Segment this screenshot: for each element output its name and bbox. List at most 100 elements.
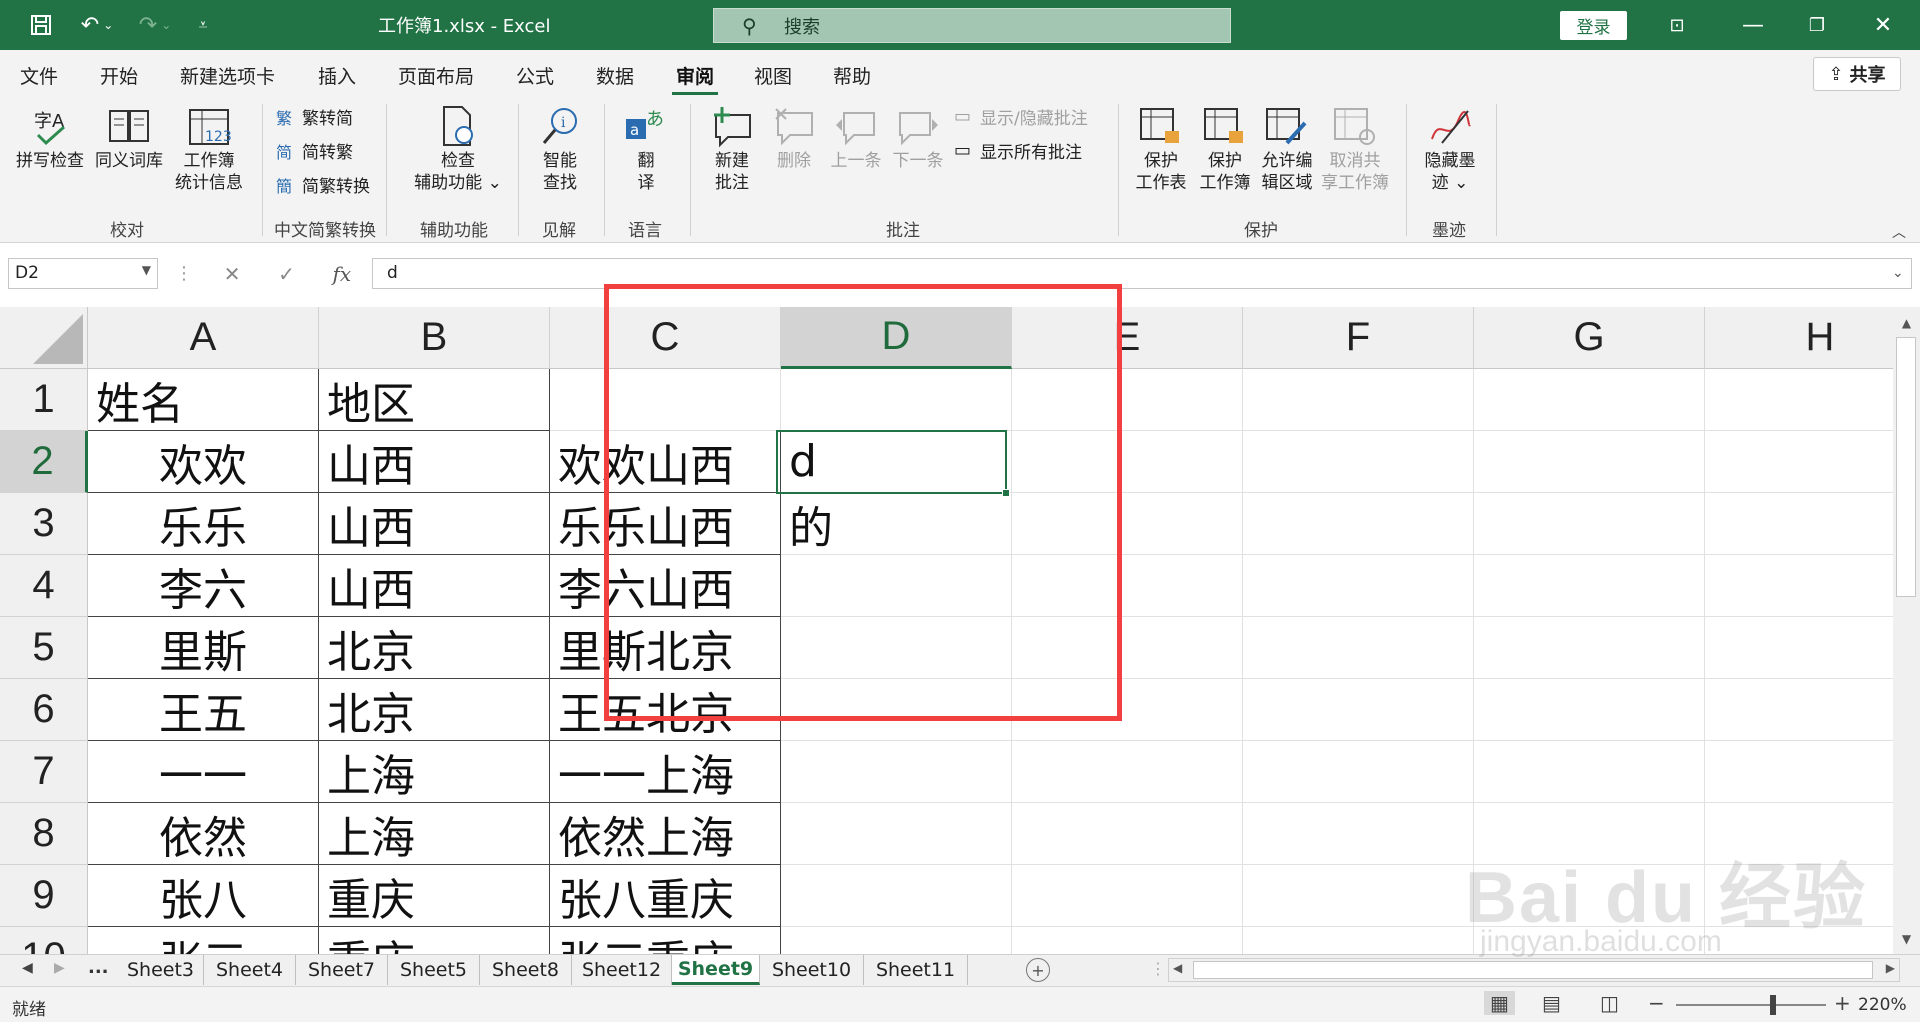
protect-workbook-button[interactable]: 保护 工作簿 xyxy=(1194,104,1256,194)
protect-sheet-button[interactable]: 保护 工作表 xyxy=(1130,104,1192,194)
restore-icon[interactable]: ❐ xyxy=(1800,10,1834,40)
zoom-in-icon[interactable]: + xyxy=(1834,991,1851,1015)
cell-a6[interactable]: 王五 xyxy=(88,679,319,741)
cell-c9[interactable]: 张八重庆 xyxy=(550,865,781,927)
cell-f3[interactable] xyxy=(1243,493,1474,555)
cell-f4[interactable] xyxy=(1243,555,1474,617)
tab-page-layout[interactable]: 页面布局 xyxy=(398,62,474,89)
save-icon[interactable] xyxy=(24,10,58,40)
share-button[interactable]: ⇪ 共享 xyxy=(1813,57,1901,91)
cell-g1[interactable] xyxy=(1474,369,1705,431)
cell-b9[interactable]: 重庆 xyxy=(319,865,550,927)
normal-view-icon[interactable]: ▦ xyxy=(1484,991,1515,1015)
zoom-level[interactable]: 220% xyxy=(1858,995,1907,1015)
cell-g6[interactable] xyxy=(1474,679,1705,741)
cell-c10[interactable]: 张三重庆 xyxy=(550,927,781,954)
row-header-10[interactable]: 10 xyxy=(0,927,88,954)
cell-a4[interactable]: 李六 xyxy=(88,555,319,617)
column-header-b[interactable]: B xyxy=(319,307,550,369)
spell-check-button[interactable]: 字A 拼写检查 xyxy=(14,104,86,172)
cell-a9[interactable]: 张八 xyxy=(88,865,319,927)
column-header-h[interactable]: H xyxy=(1705,307,1893,369)
cell-a1[interactable]: 姓名 xyxy=(88,369,319,431)
sheet-tab-sheet11[interactable]: Sheet11 xyxy=(864,955,968,985)
page-break-view-icon[interactable]: ◫ xyxy=(1600,991,1619,1015)
insert-function-icon[interactable]: fx xyxy=(333,262,352,286)
check-accessibility-button[interactable]: 检查 辅助功能 ⌄ xyxy=(410,104,506,194)
tab-view[interactable]: 视图 xyxy=(754,62,792,89)
cell-c8[interactable]: 依然上海 xyxy=(550,803,781,865)
tab-review[interactable]: 审阅 xyxy=(676,62,714,89)
column-header-f[interactable]: F xyxy=(1243,307,1474,369)
cell-e9[interactable] xyxy=(1012,865,1243,927)
cell-a7[interactable]: 一一 xyxy=(88,741,319,803)
vertical-scroll-thumb[interactable] xyxy=(1896,337,1916,597)
undo-icon[interactable]: ↶ ⌄ xyxy=(72,10,122,40)
more-sheets[interactable]: ... xyxy=(88,957,109,978)
cell-b1[interactable]: 地区 xyxy=(319,369,550,431)
cell-f1[interactable] xyxy=(1243,369,1474,431)
sheet-tab-sheet10[interactable]: Sheet10 xyxy=(760,955,864,985)
scroll-up-icon[interactable]: ▲ xyxy=(1893,311,1920,335)
redo-icon[interactable]: ↷ ⌄ xyxy=(130,10,180,40)
cell-b6[interactable]: 北京 xyxy=(319,679,550,741)
tab-file[interactable]: 文件 xyxy=(20,62,58,89)
tab-split-handle[interactable]: ⋮ xyxy=(1150,959,1166,978)
trad-to-simp-button[interactable]: 繁繁转简 xyxy=(276,104,353,130)
translate-button[interactable]: aあ 翻 译 xyxy=(616,104,676,194)
cell-h4[interactable] xyxy=(1705,555,1893,617)
cell-a8[interactable]: 依然 xyxy=(88,803,319,865)
row-header-5[interactable]: 5 xyxy=(0,617,88,679)
expand-formula-icon[interactable]: ⌄ xyxy=(1892,265,1904,281)
unshare-workbook-button[interactable]: 取消共 享工作簿 xyxy=(1318,104,1392,194)
horizontal-scrollbar[interactable]: ◀ ▶ xyxy=(1168,958,1900,982)
name-box[interactable]: D2 ▼ xyxy=(8,258,158,289)
scroll-right-icon[interactable]: ▶ xyxy=(1886,961,1895,975)
cell-g7[interactable] xyxy=(1474,741,1705,803)
cell-f10[interactable] xyxy=(1243,927,1474,954)
row-header-4[interactable]: 4 xyxy=(0,555,88,617)
tab-formulas[interactable]: 公式 xyxy=(516,62,554,89)
cell-f9[interactable] xyxy=(1243,865,1474,927)
next-comment-button[interactable]: 下一条 xyxy=(888,104,948,172)
cell-b2[interactable]: 山西 xyxy=(319,431,550,493)
cancel-icon[interactable]: ✕ xyxy=(224,262,241,286)
zoom-slider-thumb[interactable] xyxy=(1770,995,1776,1015)
sheet-tab-sheet4[interactable]: Sheet4 xyxy=(204,955,296,985)
row-header-6[interactable]: 6 xyxy=(0,679,88,741)
search-box[interactable]: ⚲ 搜索 xyxy=(713,8,1231,43)
cell-d9[interactable] xyxy=(781,865,1012,927)
row-header-2[interactable]: 2 xyxy=(0,431,88,493)
cell-f6[interactable] xyxy=(1243,679,1474,741)
new-comment-button[interactable]: 新建 批注 xyxy=(702,104,762,194)
show-all-comments-button[interactable]: ▭ 显示所有批注 xyxy=(954,138,1082,163)
chinese-convert-button[interactable]: 簡简繁转换 xyxy=(276,172,370,198)
signin-button[interactable]: 登录 xyxy=(1560,11,1627,40)
select-all-corner[interactable] xyxy=(0,307,88,369)
delete-comment-button[interactable]: 删除 xyxy=(766,104,822,172)
tab-home[interactable]: 开始 xyxy=(100,62,138,89)
cell-g4[interactable] xyxy=(1474,555,1705,617)
formula-input[interactable]: d xyxy=(372,258,1912,289)
scroll-down-icon[interactable]: ▼ xyxy=(1893,927,1920,951)
cell-e7[interactable] xyxy=(1012,741,1243,803)
horizontal-scroll-thumb[interactable] xyxy=(1193,961,1873,979)
cell-f7[interactable] xyxy=(1243,741,1474,803)
sheet-tab-sheet12[interactable]: Sheet12 xyxy=(572,955,672,985)
cell-g2[interactable] xyxy=(1474,431,1705,493)
smart-lookup-button[interactable]: i 智能 查找 xyxy=(530,104,590,194)
zoom-slider[interactable] xyxy=(1676,1004,1826,1006)
thesaurus-button[interactable]: 同义词库 xyxy=(92,104,166,172)
ribbon-display-icon[interactable]: ⊡ xyxy=(1660,10,1694,40)
cell-d10[interactable] xyxy=(781,927,1012,954)
workbook-stats-button[interactable]: 123 工作簿 统计信息 xyxy=(172,104,246,194)
cell-f2[interactable] xyxy=(1243,431,1474,493)
customize-qat-icon[interactable]: ⩡ xyxy=(186,10,220,40)
row-header-7[interactable]: 7 xyxy=(0,741,88,803)
enter-icon[interactable]: ✓ xyxy=(278,262,295,286)
cell-a5[interactable]: 里斯 xyxy=(88,617,319,679)
tab-new[interactable]: 新建选项卡 xyxy=(180,62,275,89)
cell-b8[interactable]: 上海 xyxy=(319,803,550,865)
row-header-3[interactable]: 3 xyxy=(0,493,88,555)
add-sheet-icon[interactable]: + xyxy=(1026,958,1050,982)
